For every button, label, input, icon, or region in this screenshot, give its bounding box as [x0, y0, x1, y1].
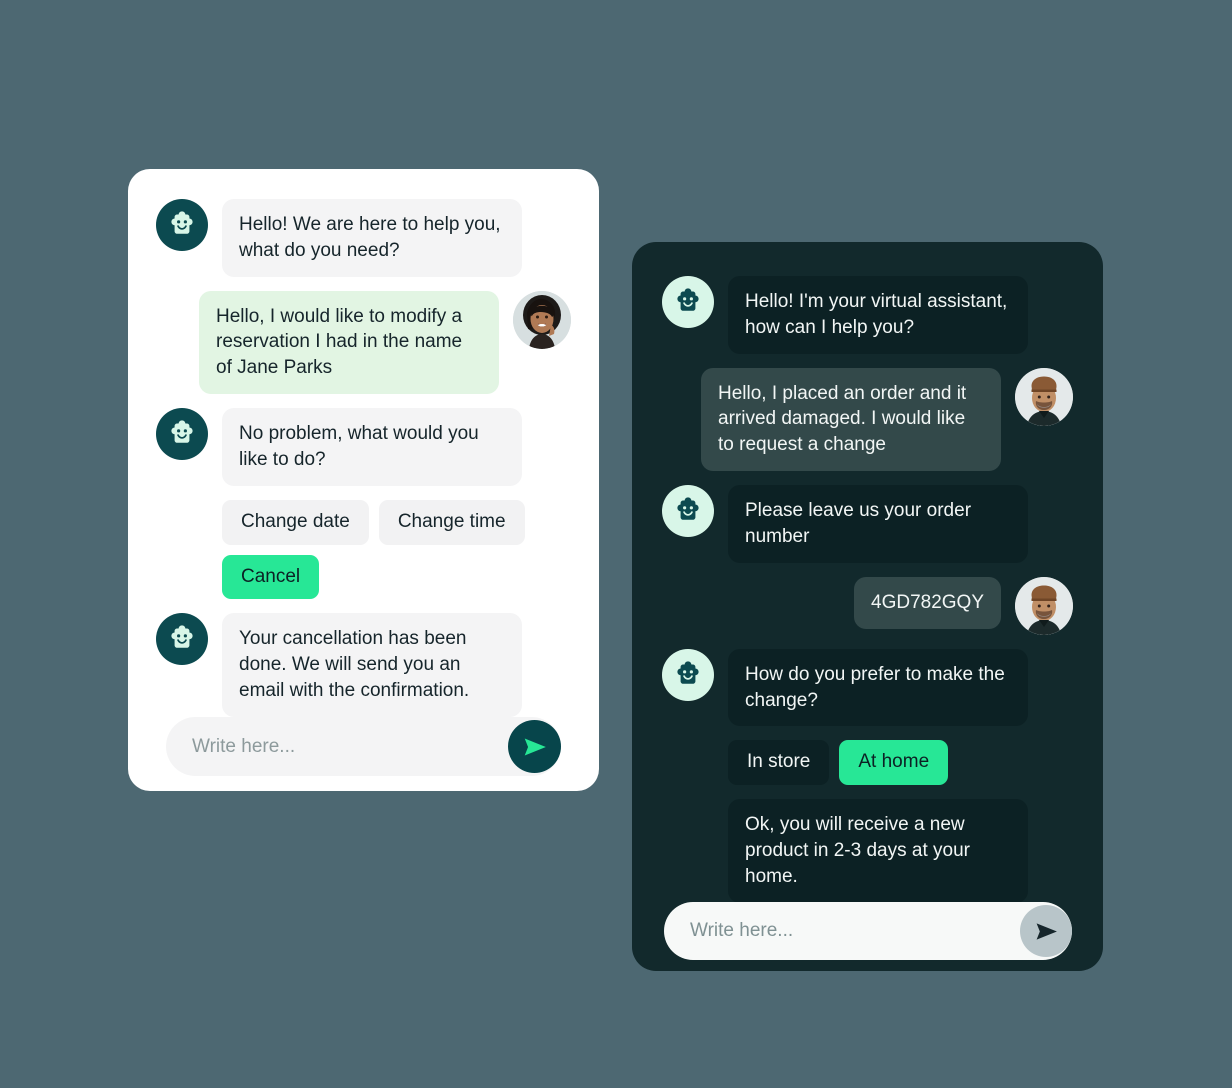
user-avatar-woman	[513, 290, 571, 349]
quick-reply-change-date[interactable]: Change date	[222, 499, 369, 545]
chat-message-bot: Hello! I'm your virtual assistant, how c…	[662, 276, 1073, 354]
message-input-light[interactable]	[166, 717, 561, 776]
chat-message-bot: No problem, what would you like to do?	[156, 408, 571, 486]
quick-reply-cancel[interactable]: Cancel	[222, 554, 320, 600]
quick-reply-in-store[interactable]: In store	[728, 740, 830, 786]
quick-reply-group-dark: In store At home	[728, 740, 1073, 786]
chat-message-user: Hello, I placed an order and it arrived …	[662, 367, 1073, 472]
message-text: No problem, what would you like to do?	[222, 408, 522, 486]
message-text: Please leave us your order number	[728, 485, 1028, 563]
robot-face-icon	[156, 199, 208, 251]
robot-face-icon	[662, 276, 714, 328]
chat-message-bot: How do you prefer to make the change?	[662, 648, 1073, 727]
message-text: Ok, you will receive a new product in 2-…	[728, 799, 1028, 903]
message-text: Hello! I'm your virtual assistant, how c…	[728, 276, 1028, 354]
composer-light	[166, 717, 561, 776]
chat-message-bot: Please leave us your order number	[662, 485, 1073, 563]
chat-message-user: 4GD782GQY	[662, 576, 1073, 635]
send-button-dark[interactable]	[1020, 905, 1072, 957]
send-arrow-icon	[1034, 919, 1059, 944]
composer-dark	[664, 902, 1072, 960]
chat-message-bot: Your cancellation has been done. We will…	[156, 613, 571, 717]
light-chat-panel: Hello! We are here to help you, what do …	[128, 169, 599, 791]
message-text: Hello, I placed an order and it arrived …	[701, 367, 1001, 472]
message-text: How do you prefer to make the change?	[728, 648, 1028, 727]
chat-message-user: Hello, I would like to modify a reservat…	[156, 290, 571, 395]
quick-reply-change-time[interactable]: Change time	[378, 499, 525, 545]
chat-message-bot: Ok, you will receive a new product in 2-…	[728, 799, 1073, 903]
send-button-light[interactable]	[508, 720, 561, 773]
quick-reply-group-light: Change date Change time Cancel	[222, 499, 571, 600]
message-text: Hello, I would like to modify a reservat…	[199, 290, 499, 395]
message-text: Hello! We are here to help you, what do …	[222, 199, 522, 277]
user-avatar-man	[1015, 367, 1073, 426]
chat-message-bot: Hello! We are here to help you, what do …	[156, 199, 571, 277]
robot-face-icon	[156, 408, 208, 461]
message-text: Your cancellation has been done. We will…	[222, 613, 522, 717]
robot-face-icon	[662, 485, 714, 538]
user-avatar-man	[1015, 576, 1073, 635]
dark-chat-panel: Hello! I'm your virtual assistant, how c…	[632, 242, 1103, 971]
robot-face-icon	[662, 648, 714, 701]
send-arrow-icon	[522, 734, 548, 760]
message-text-order-number: 4GD782GQY	[854, 576, 1001, 629]
quick-reply-at-home[interactable]: At home	[839, 740, 949, 786]
robot-face-icon	[156, 613, 208, 666]
message-input-dark[interactable]	[664, 902, 1072, 960]
